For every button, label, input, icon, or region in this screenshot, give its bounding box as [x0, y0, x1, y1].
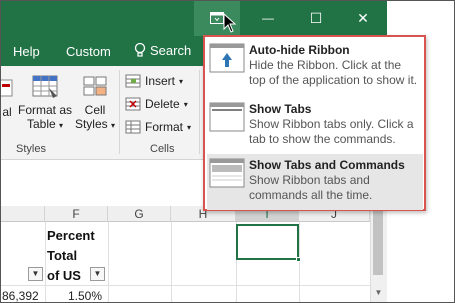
filter-dropdown-button[interactable]: ▼	[90, 267, 105, 281]
ribbon-display-options-menu: Auto-hide Ribbon Hide the Ribbon. Click …	[203, 35, 426, 211]
column-header[interactable]: F	[45, 206, 108, 222]
chevron-down-icon: ▾	[179, 76, 184, 86]
lightbulb-icon	[134, 42, 146, 57]
close-button[interactable]: ✕	[340, 0, 386, 36]
fill-handle[interactable]	[296, 257, 301, 262]
cell-value[interactable]: 86,392	[2, 289, 39, 303]
active-cell-selection[interactable]	[236, 224, 299, 260]
chevron-down-icon: ▾	[111, 121, 116, 130]
cell-styles-icon	[83, 76, 107, 96]
cell-value[interactable]: 1.50%	[68, 289, 102, 303]
tell-me-label: Search	[150, 42, 192, 58]
grid-line	[171, 222, 172, 303]
group-separator	[199, 70, 200, 154]
conditional-formatting-icon	[0, 79, 13, 97]
format-cells-button[interactable]: Format ▾	[125, 120, 191, 134]
tab-help[interactable]: Help	[13, 44, 40, 59]
grid-line	[299, 222, 300, 303]
delete-cells-icon	[125, 97, 141, 111]
styles-group-label: Styles	[16, 143, 46, 155]
chevron-down-icon: ▼	[93, 269, 102, 278]
menu-item-show-tabs-and-commands[interactable]: Show Tabs and Commands Show Ribbon tabs …	[207, 154, 423, 210]
mouse-pointer-icon	[223, 13, 237, 33]
chevron-down-icon: ▾	[59, 121, 64, 130]
header-cell-percent-total[interactable]: Percent Total of US	[47, 226, 95, 286]
insert-cells-icon	[125, 74, 141, 88]
format-as-table-icon	[32, 75, 58, 98]
tell-me-search[interactable]: Search	[134, 42, 191, 58]
format-cells-icon	[125, 120, 141, 134]
minimize-button[interactable]: —	[245, 0, 291, 36]
menu-item-show-tabs[interactable]: Show Tabs Show Ribbon tabs only. Click a…	[207, 98, 423, 154]
group-separator	[119, 70, 120, 154]
chevron-down-icon: ▾	[183, 99, 188, 109]
filter-dropdown-button[interactable]: ▼	[28, 267, 43, 281]
menu-item-auto-hide-ribbon[interactable]: Auto-hide Ribbon Hide the Ribbon. Click …	[207, 39, 423, 95]
title-bar: — ☐ ✕	[0, 0, 387, 36]
chevron-down-icon: ▾	[187, 122, 192, 132]
column-header[interactable]: G	[108, 206, 171, 222]
show-tabs-commands-icon	[209, 158, 245, 188]
delete-cells-button[interactable]: Delete ▾	[125, 97, 188, 111]
cells-group-label: Cells	[150, 143, 175, 155]
insert-cells-button[interactable]: Insert ▾	[125, 74, 183, 88]
minimize-icon: —	[262, 11, 274, 25]
conditional-formatting-button[interactable]: al	[0, 76, 14, 119]
maximize-button[interactable]: ☐	[293, 0, 339, 36]
show-tabs-icon	[209, 102, 245, 132]
chevron-down-icon: ▼	[31, 269, 40, 278]
maximize-icon: ☐	[309, 9, 323, 26]
auto-hide-ribbon-icon	[209, 43, 245, 73]
tab-custom[interactable]: Custom	[66, 44, 111, 59]
column-header[interactable]	[0, 206, 45, 222]
cell-styles-button[interactable]: Cell Styles ▾	[74, 74, 116, 133]
ribbon-display-options-icon	[210, 12, 224, 24]
grid-line	[45, 222, 46, 303]
close-icon: ✕	[357, 9, 369, 26]
format-as-table-button[interactable]: Format as Table ▾	[18, 74, 72, 133]
scroll-down-button[interactable]: ▼	[371, 286, 386, 300]
grid-line	[108, 222, 109, 303]
